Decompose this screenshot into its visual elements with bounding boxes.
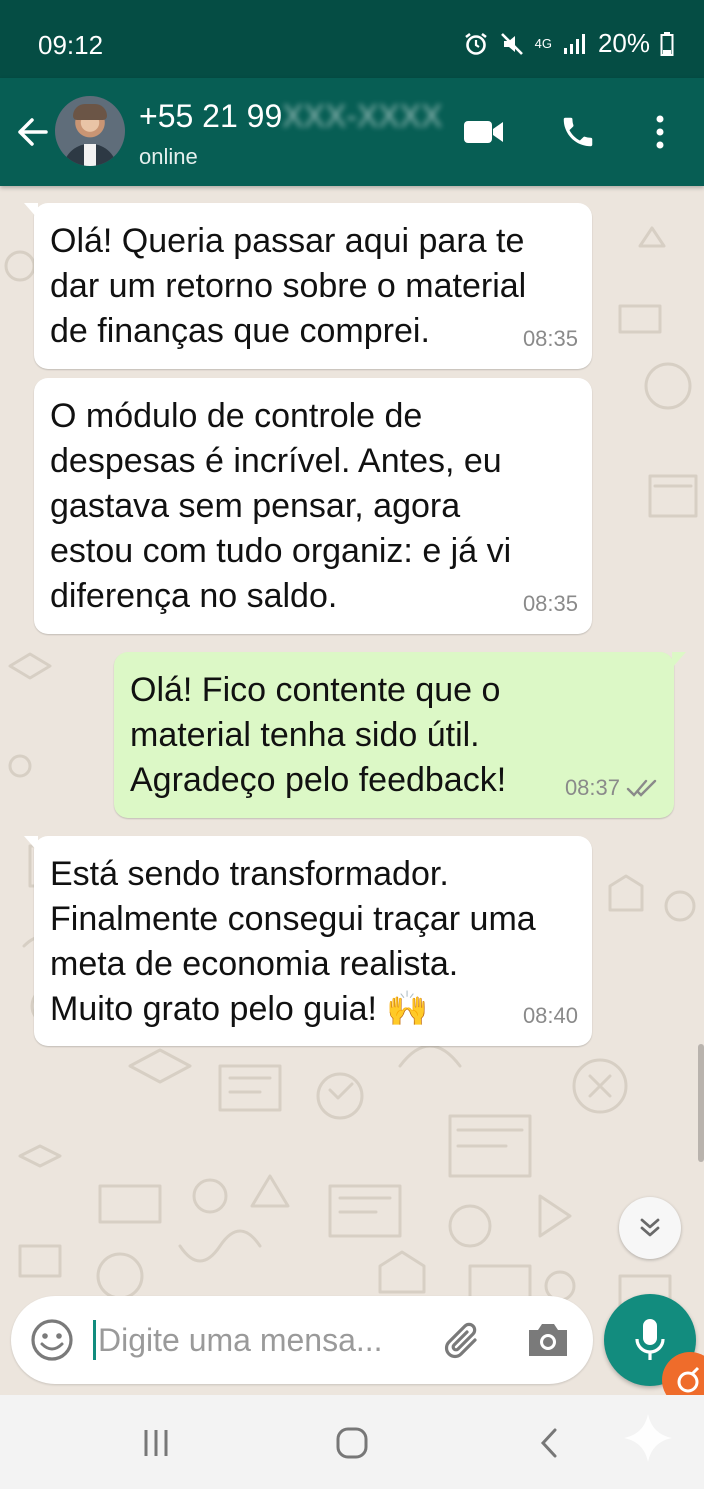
emoji-icon (31, 1319, 73, 1361)
video-call-icon (464, 121, 503, 143)
message-time: 08:40 (522, 1003, 578, 1028)
scroll-to-bottom-button[interactable] (619, 1197, 681, 1259)
message-time: 08:35 (522, 591, 578, 616)
message-meta: 08:37 (565, 765, 660, 810)
double-check-icon (626, 779, 657, 797)
message-meta: 08:35 (523, 316, 578, 361)
alarm-icon (464, 32, 487, 55)
sparkle-icon (624, 1414, 672, 1462)
message-meta: 08:35 (523, 581, 578, 626)
message-incoming[interactable]: Está sendo transformador. Finalmente con… (24, 836, 592, 1046)
message-composer (11, 1296, 593, 1384)
back-nav-button[interactable] (525, 1419, 573, 1467)
back-arrow-icon (18, 118, 48, 146)
home-icon (336, 1427, 368, 1459)
message-incoming[interactable]: Olá! Queria passar aqui para te dar um r… (24, 203, 592, 369)
mute-icon (500, 32, 523, 55)
more-options-icon (656, 115, 664, 149)
video-call-button[interactable] (462, 110, 506, 154)
voice-call-button[interactable] (556, 110, 600, 154)
message-text: O módulo de controle de despesas é incrí… (50, 397, 512, 615)
message-input[interactable] (93, 1320, 423, 1360)
message-text: Olá! Queria passar aqui para te dar um r… (50, 222, 527, 350)
scrollbar[interactable] (698, 1044, 704, 1162)
back-button[interactable] (14, 112, 50, 152)
emoji-button[interactable] (29, 1317, 75, 1363)
recent-apps-icon (144, 1430, 168, 1456)
status-bar: 09:12 4G 20% (0, 0, 704, 78)
message-incoming[interactable]: O módulo de controle de despesas é incrí… (34, 378, 592, 634)
camera-icon (529, 1324, 567, 1356)
back-chevron-icon (540, 1428, 557, 1458)
attach-icon (444, 1322, 477, 1359)
message-text: Está sendo transformador. Finalmente con… (50, 855, 536, 1028)
chat-header: +55 21 99XXX-XXXX online (0, 78, 704, 186)
contact-name[interactable]: +55 21 99XXX-XXXX (139, 98, 442, 135)
message-outgoing[interactable]: Olá! Fico contente que o material tenha … (114, 652, 686, 818)
avatar[interactable] (55, 96, 125, 166)
chat-area[interactable]: Olá! Queria passar aqui para te dar um r… (0, 186, 704, 1395)
home-button[interactable] (328, 1419, 376, 1467)
contact-status: online (139, 144, 198, 169)
scroll-down-icon (640, 1218, 660, 1237)
contact-number-visible: +55 21 99 (139, 98, 283, 134)
message-meta: 08:40 (523, 993, 578, 1038)
more-options-button[interactable] (638, 110, 682, 154)
system-nav-bar (0, 1395, 704, 1489)
contact-number-redacted: XXX-XXXX (282, 98, 443, 134)
message-time: 08:37 (564, 775, 620, 800)
phone-icon (563, 117, 593, 147)
signal-icon (563, 33, 585, 54)
attach-button[interactable] (441, 1318, 485, 1362)
battery-icon (660, 31, 674, 56)
camera-button[interactable] (525, 1318, 571, 1362)
status-time: 09:12 (38, 30, 104, 60)
network-type: 4G (534, 35, 552, 51)
message-time: 08:35 (522, 326, 578, 351)
status-icons: 4G 20% (463, 28, 674, 59)
battery-percent: 20% (597, 28, 650, 58)
recent-apps-button[interactable] (132, 1419, 180, 1467)
